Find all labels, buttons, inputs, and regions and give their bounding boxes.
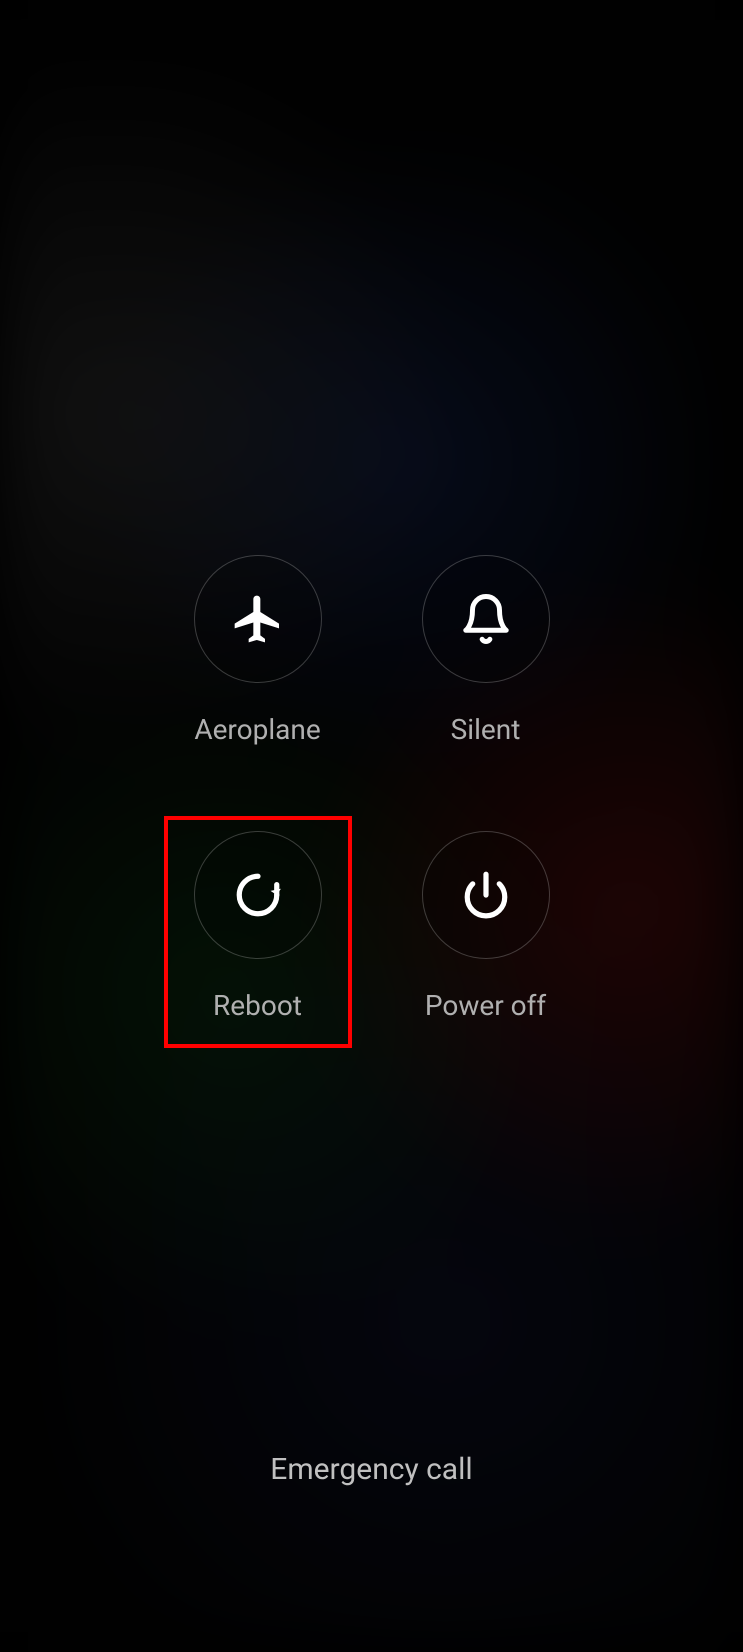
aeroplane-icon-circle [194, 555, 322, 683]
reboot-icon-circle [194, 831, 322, 959]
reboot-label: Reboot [213, 989, 302, 1022]
menu-row-1: Aeroplane Silent [194, 555, 550, 746]
power-off-icon-circle [422, 831, 550, 959]
emergency-call-button[interactable]: Emergency call [0, 1452, 743, 1487]
power-off-label: Power off [425, 989, 546, 1022]
menu-row-2: Reboot Power off [194, 831, 550, 1022]
power-icon [461, 870, 511, 920]
aeroplane-label: Aeroplane [194, 713, 320, 746]
reboot-button[interactable]: Reboot [194, 831, 322, 1022]
bell-icon [459, 592, 513, 646]
power-off-button[interactable]: Power off [422, 831, 550, 1022]
silent-label: Silent [451, 713, 521, 746]
aeroplane-icon [230, 591, 286, 647]
aeroplane-button[interactable]: Aeroplane [194, 555, 322, 746]
silent-button[interactable]: Silent [422, 555, 550, 746]
silent-icon-circle [422, 555, 550, 683]
reboot-icon [233, 870, 283, 920]
power-menu: Aeroplane Silent [0, 555, 743, 1107]
